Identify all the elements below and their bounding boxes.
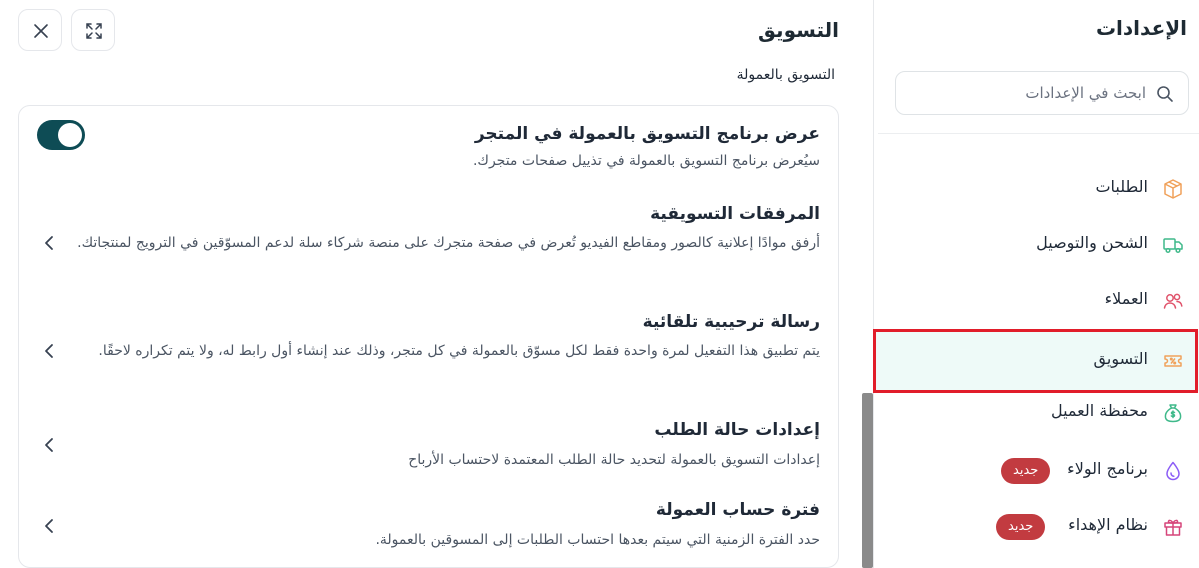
sidebar-item-label: نظام الإهداء: [1068, 515, 1148, 534]
setting-description: يتم تطبيق هذا التفعيل لمرة واحدة فقط لكل…: [98, 343, 820, 359]
search-input[interactable]: [896, 72, 1188, 114]
setting-description: أرفق موادًا إعلانية كالصور ومقاطع الفيدي…: [77, 235, 820, 251]
section-label: التسويق بالعمولة: [736, 67, 835, 83]
new-badge: جديد: [996, 514, 1046, 540]
gift-icon: [1164, 519, 1182, 536]
chevron-left-icon[interactable]: [39, 341, 59, 361]
new-badge: جديد: [1001, 458, 1051, 484]
sidebar-item-label: برنامج الولاء: [1067, 459, 1148, 478]
setting-title: فترة حساب العمولة: [655, 500, 820, 520]
sidebar-item-marketing[interactable]: التسويق: [874, 331, 1199, 391]
users-icon: [1163, 293, 1183, 309]
sidebar-item-label: الشحن والتوصيل: [1036, 233, 1148, 252]
sidebar-item-customers[interactable]: العملاء: [874, 272, 1199, 330]
setting-title: المرفقات التسويقية: [650, 204, 820, 224]
chevron-left-icon[interactable]: [39, 233, 59, 253]
truck-icon: [1163, 238, 1183, 254]
chevron-left-icon[interactable]: [39, 516, 59, 536]
sidebar-item-shipping[interactable]: الشحن والتوصيل: [874, 216, 1199, 274]
sidebar-item-label: الطلبات: [1095, 177, 1148, 196]
sidebar-item-gifting[interactable]: نظام الإهداء جديد: [874, 498, 1199, 556]
search-box: [895, 71, 1189, 115]
close-icon: [34, 24, 48, 38]
setting-title: عرض برنامج التسويق بالعمولة في المتجر: [474, 124, 820, 144]
page-title: التسويق: [758, 18, 839, 42]
sidebar-item-label: العملاء: [1104, 289, 1148, 308]
close-button[interactable]: [18, 9, 62, 51]
ticket-icon: [1164, 355, 1182, 367]
scrollbar-thumb[interactable]: [862, 393, 873, 568]
sidebar-item-label: التسويق: [1093, 349, 1148, 368]
money-bag-icon: [1164, 404, 1182, 423]
settings-card: عرض برنامج التسويق بالعمولة في المتجر سي…: [18, 105, 839, 568]
sidebar-item-label: محفظة العميل: [1050, 401, 1148, 420]
expand-button[interactable]: [71, 9, 115, 51]
setting-description: إعدادات التسويق بالعمولة لتحديد حالة الط…: [408, 452, 820, 468]
setting-description: سيُعرض برنامج التسويق بالعمولة في تذييل …: [472, 153, 820, 169]
setting-title: رسالة ترحيبية تلقائية: [642, 312, 820, 332]
expand-icon: [86, 23, 102, 39]
sidebar-item-customer-wallet[interactable]: محفظة العميل: [874, 384, 1199, 442]
chevron-left-icon[interactable]: [39, 435, 59, 455]
show-affiliate-toggle[interactable]: [37, 120, 85, 150]
package-icon: [1164, 179, 1182, 199]
sidebar-item-loyalty[interactable]: برنامج الولاء جديد: [874, 442, 1199, 500]
drop-icon: [1166, 461, 1180, 481]
sidebar-item-orders[interactable]: الطلبات: [874, 160, 1199, 218]
sidebar-title: الإعدادات: [1095, 16, 1187, 40]
search-icon: [1157, 86, 1173, 102]
settings-sidebar: الإعدادات الطلبات الشحن و: [873, 0, 1199, 568]
setting-description: حدد الفترة الزمنية التي سيتم بعدها احتسا…: [375, 532, 820, 548]
setting-title: إعدادات حالة الطلب: [654, 420, 820, 440]
toggle-knob: [58, 123, 82, 147]
divider: [878, 133, 1199, 134]
